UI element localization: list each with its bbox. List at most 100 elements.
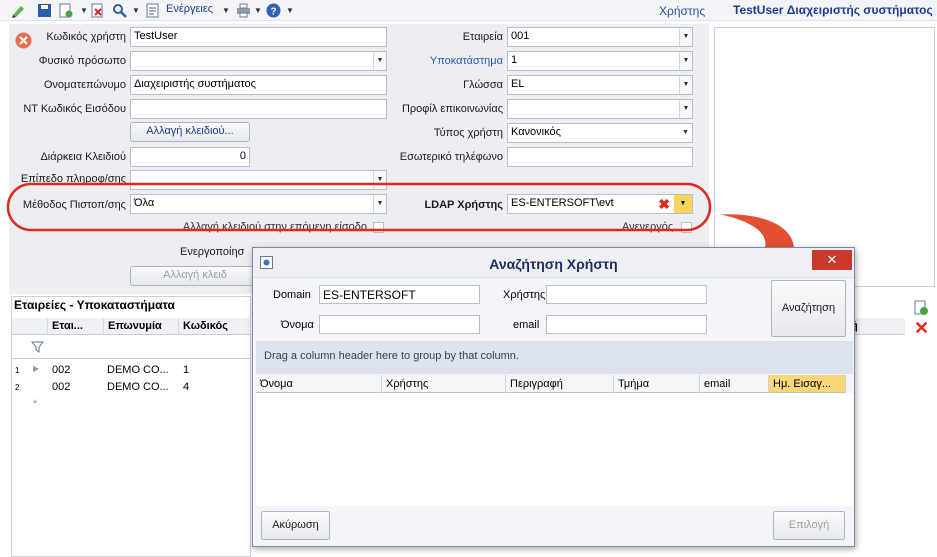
nt-login-input[interactable] xyxy=(130,99,387,119)
branch-select[interactable]: 1 ▼ xyxy=(507,51,693,71)
cancel-button[interactable]: Ακύρωση xyxy=(261,511,330,540)
clear-icon[interactable]: ✖ xyxy=(658,196,670,212)
new-row-icon[interactable]: * xyxy=(33,398,37,410)
chevron-down-icon[interactable]: ▼ xyxy=(679,52,692,70)
table-cell[interactable]: DEMO CO... xyxy=(107,381,169,393)
inactive-checkbox[interactable] xyxy=(681,222,692,233)
email-input[interactable] xyxy=(546,315,707,334)
entity-label: Χρήστης xyxy=(659,4,706,18)
chevron-down-icon[interactable]: ▼ xyxy=(373,52,386,70)
results-grid[interactable] xyxy=(256,393,853,506)
col-insert-date[interactable]: Ημ. Εισαγ... xyxy=(769,375,846,393)
group-by-panel[interactable]: Drag a column header here to group by th… xyxy=(256,341,853,374)
chevron-down-icon[interactable]: ▼ xyxy=(679,100,692,118)
table-cell[interactable]: 4 xyxy=(183,381,189,393)
current-row-icon: ▶ xyxy=(33,364,40,373)
name-input[interactable] xyxy=(319,315,480,334)
close-record-icon[interactable] xyxy=(15,32,32,49)
natural-person-label: Φυσικό πρόσωπο xyxy=(38,55,126,67)
comm-profile-select[interactable]: ▼ xyxy=(507,99,693,119)
grid-col-name[interactable]: Επωνυμία xyxy=(104,318,179,335)
chevron-down-icon[interactable]: ▼ xyxy=(80,6,88,15)
help-icon[interactable]: ? xyxy=(266,3,281,18)
add-row-icon[interactable] xyxy=(913,300,929,316)
natural-person-select[interactable]: ▼ xyxy=(130,51,387,71)
auth-method-label: Μέθοδος Πιστοπ/σης xyxy=(22,199,126,211)
full-name-input[interactable]: Διαχειριστής συστήματος xyxy=(130,75,387,95)
document-icon[interactable] xyxy=(145,3,160,18)
col-user[interactable]: Χρήστης xyxy=(382,375,506,393)
key-duration-input[interactable]: 0 xyxy=(130,147,250,167)
col-department[interactable]: Τμήμα xyxy=(614,375,700,393)
change-key-next-login-checkbox[interactable] xyxy=(373,222,384,233)
chevron-down-icon[interactable]: ▼ xyxy=(222,6,230,15)
branch-label[interactable]: Υποκατάστημα xyxy=(430,55,503,67)
company-label: Εταιρεία xyxy=(462,31,503,43)
close-button[interactable]: ✕ xyxy=(812,250,852,270)
close-icon: ✕ xyxy=(826,252,838,267)
search-icon[interactable] xyxy=(112,3,127,18)
name-label: Όνομα xyxy=(281,319,314,331)
chevron-down-icon[interactable]: ▼ xyxy=(674,195,692,213)
filter-icon[interactable] xyxy=(31,340,44,353)
chevron-down-icon[interactable]: ▼ xyxy=(373,171,386,189)
dialog-title: Αναζήτηση Χρήστη xyxy=(489,256,618,272)
info-level-select[interactable]: ▼ xyxy=(130,170,387,190)
company-select[interactable]: 001 ▼ xyxy=(507,27,693,47)
row-number: 1 xyxy=(15,366,20,375)
activation-label: Ενεργοποίησ xyxy=(180,246,245,258)
chevron-down-icon[interactable]: ▼ xyxy=(286,6,294,15)
ldap-user-input[interactable]: ES-ENTERSOFT\evt ✖ ▼ xyxy=(507,194,693,214)
user-type-select[interactable]: Κανονικός ▼ xyxy=(507,123,693,143)
grid-row-indicator-header xyxy=(12,318,48,335)
row-number: 2 xyxy=(15,383,20,392)
inactive-label: Ανενεργός xyxy=(622,221,674,233)
save-icon[interactable] xyxy=(37,3,52,18)
nt-login-label: NT Κωδικός Εισόδου xyxy=(23,103,126,115)
col-description[interactable]: Περιγραφή xyxy=(506,375,614,393)
record-title: TestUser Διαχειριστής συστήματος xyxy=(733,3,933,17)
remove-row-icon[interactable]: ✕ xyxy=(914,318,929,339)
actions-menu[interactable]: Ενέργειες xyxy=(166,3,213,15)
change-key-button[interactable]: Αλλαγή κλειδιού... xyxy=(130,122,250,142)
table-cell[interactable]: 002 xyxy=(52,381,70,393)
chevron-down-icon[interactable]: ▼ xyxy=(679,28,692,46)
user-code-label: Κωδικός χρήστη xyxy=(46,31,126,43)
user-type-label: Τύπος χρήστη xyxy=(433,127,503,139)
search-button[interactable]: Αναζήτηση xyxy=(771,280,846,337)
chevron-down-icon[interactable]: ▼ xyxy=(132,6,140,15)
chevron-down-icon[interactable]: ▼ xyxy=(254,6,262,15)
col-name[interactable]: Όνομα xyxy=(256,375,382,393)
user-input[interactable] xyxy=(546,285,707,304)
companies-grid xyxy=(11,296,251,557)
chevron-down-icon[interactable]: ▼ xyxy=(373,195,386,213)
domain-label: Domain xyxy=(273,289,311,301)
grid-col-code[interactable]: Κωδικός xyxy=(179,318,251,335)
print-icon[interactable] xyxy=(236,3,251,18)
language-select[interactable]: EL ▼ xyxy=(507,75,693,95)
user-code-input[interactable]: TestUser xyxy=(130,27,387,47)
ldap-user-label: LDAP Χρήστης xyxy=(424,199,503,211)
internal-phone-input[interactable] xyxy=(507,147,693,167)
edit-icon[interactable] xyxy=(11,3,26,18)
table-cell[interactable]: 1 xyxy=(183,364,189,376)
info-level-label: Επίπεδο πληροφ/σης xyxy=(20,173,126,185)
domain-input[interactable]: ES-ENTERSOFT xyxy=(319,285,480,304)
svg-text:?: ? xyxy=(270,7,276,18)
auth-method-select[interactable]: Όλα ▼ xyxy=(130,194,387,214)
chevron-down-icon[interactable]: ▼ xyxy=(679,76,692,94)
chevron-down-icon[interactable]: ▼ xyxy=(679,124,692,142)
grid-title: Εταιρείες - Υποκαταστήματα xyxy=(14,298,175,312)
delete-icon[interactable] xyxy=(90,3,105,18)
user-label: Χρήστης xyxy=(503,289,546,301)
grid-col-company[interactable]: Εται... xyxy=(48,318,104,335)
key-duration-label: Διάρκεια Κλειδιού xyxy=(40,151,126,163)
new-record-icon[interactable] xyxy=(58,3,73,18)
full-name-label: Ονοματεπώνυμο xyxy=(43,79,126,91)
change-key-button-2[interactable]: Αλλαγή κλειδ xyxy=(130,266,260,286)
select-button[interactable]: Επιλογή xyxy=(773,511,845,540)
col-email[interactable]: email xyxy=(700,375,769,393)
table-cell[interactable]: DEMO CO... xyxy=(107,364,169,376)
table-cell[interactable]: 002 xyxy=(52,364,70,376)
language-label: Γλώσσα xyxy=(463,79,503,91)
